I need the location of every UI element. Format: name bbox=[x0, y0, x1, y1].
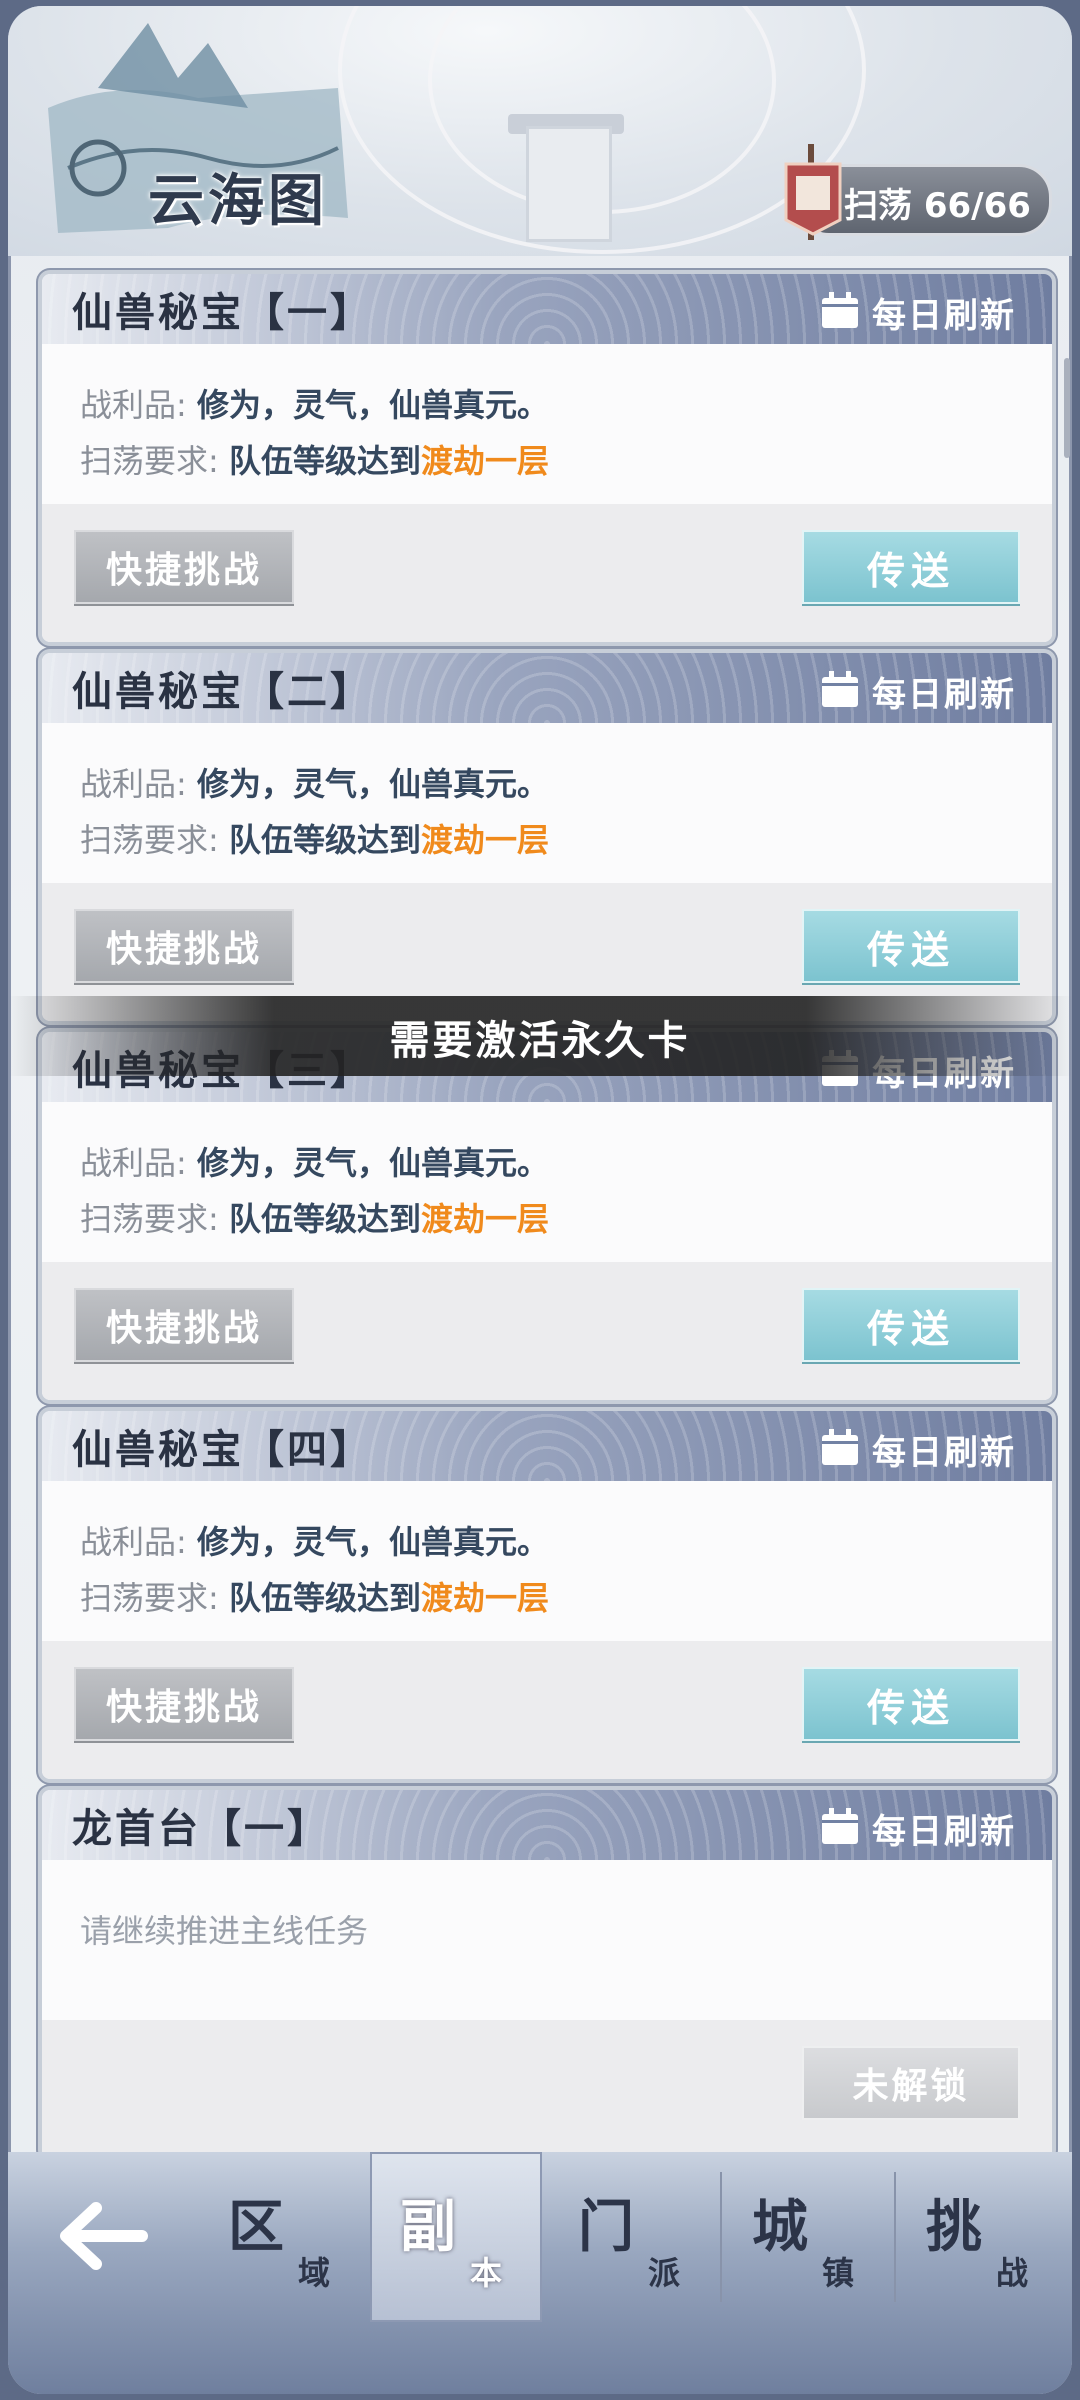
nav-tab-dungeon[interactable]: 副 本 bbox=[370, 2152, 542, 2322]
daily-refresh-label: 每日刷新 bbox=[872, 1812, 1016, 1852]
requirement-row: 扫荡要求: 队伍等级达到渡劫一层 bbox=[80, 436, 549, 482]
loot-row: 战利品: 修为，灵气，仙兽真元。 bbox=[80, 380, 549, 426]
calendar-icon bbox=[822, 1808, 858, 1844]
requirement-level: 渡劫一层 bbox=[420, 1200, 549, 1238]
requirement-row: 扫荡要求: 队伍等级达到渡劫一层 bbox=[80, 1573, 549, 1619]
loot-row: 战利品: 修为，灵气，仙兽真元。 bbox=[80, 1138, 549, 1184]
nav-tab-sect-main: 门 bbox=[578, 2195, 634, 2260]
loot-label: 战利品: bbox=[80, 386, 187, 424]
scrollbar[interactable] bbox=[1064, 358, 1070, 458]
nav-tab-town-main: 城 bbox=[752, 2195, 808, 2260]
unlock-hint: 请继续推进主线任务 bbox=[80, 1912, 369, 1950]
loot-value: 修为，灵气，仙兽真元。 bbox=[196, 386, 549, 424]
teleport-button[interactable]: 传送 bbox=[802, 909, 1020, 983]
card-header: 仙兽秘宝【一】 每日刷新 bbox=[42, 274, 1052, 344]
nav-tab-challenge-sub: 战 bbox=[996, 2254, 1029, 2292]
bottom-nav: 区 域 副 本 门 派 城 镇 挑 战 bbox=[8, 2152, 1072, 2394]
requirement-level: 渡劫一层 bbox=[420, 821, 549, 859]
card-title: 仙兽秘宝【二】 bbox=[72, 669, 373, 715]
teleport-button[interactable]: 传送 bbox=[802, 1288, 1020, 1362]
nav-tab-dungeon-main: 副 bbox=[400, 2195, 456, 2260]
card-header: 仙兽秘宝【二】 每日刷新 bbox=[42, 653, 1052, 723]
loot-row: 战利品: 修为，灵气，仙兽真元。 bbox=[80, 759, 549, 805]
loot-value: 修为，灵气，仙兽真元。 bbox=[196, 1144, 549, 1182]
requirement-row: 扫荡要求: 队伍等级达到渡劫一层 bbox=[80, 815, 549, 861]
loot-label: 战利品: bbox=[80, 1144, 187, 1182]
requirement-level: 渡劫一层 bbox=[420, 442, 549, 480]
requirement-row: 扫荡要求: 队伍等级达到渡劫一层 bbox=[80, 1194, 549, 1240]
dungeon-card: 仙兽秘宝【二】 每日刷新 战利品: 修为，灵气，仙兽真元。 扫荡要求: 队伍等级… bbox=[38, 649, 1056, 1025]
quick-challenge-button[interactable]: 快捷挑战 bbox=[74, 1667, 294, 1741]
dungeon-card: 仙兽秘宝【三】 每日刷新 战利品: 修为，灵气，仙兽真元。 扫荡要求: 队伍等级… bbox=[38, 1028, 1056, 1404]
requirement-label: 扫荡要求: bbox=[80, 1200, 219, 1238]
nav-tab-region-sub: 域 bbox=[298, 2254, 331, 2292]
requirement-value: 队伍等级达到 bbox=[228, 1200, 421, 1238]
daily-refresh-label: 每日刷新 bbox=[872, 1433, 1016, 1473]
loot-row: 战利品: 修为，灵气，仙兽真元。 bbox=[80, 1517, 549, 1563]
nav-tab-dungeon-sub: 本 bbox=[470, 2254, 503, 2292]
quick-challenge-button[interactable]: 快捷挑战 bbox=[74, 1288, 294, 1362]
back-arrow-icon[interactable] bbox=[52, 2196, 152, 2276]
loot-value: 修为，灵气，仙兽真元。 bbox=[196, 765, 549, 803]
requirement-value: 队伍等级达到 bbox=[228, 442, 421, 480]
card-header: 仙兽秘宝【四】 每日刷新 bbox=[42, 1411, 1052, 1481]
toast-message: 需要激活永久卡 bbox=[389, 1018, 691, 1064]
card-body: 请继续推进主线任务 bbox=[42, 1860, 1052, 2020]
requirement-value: 队伍等级达到 bbox=[228, 821, 421, 859]
requirement-value: 队伍等级达到 bbox=[228, 1579, 421, 1617]
requirement-label: 扫荡要求: bbox=[80, 442, 219, 480]
quick-challenge-button[interactable]: 快捷挑战 bbox=[74, 909, 294, 983]
calendar-icon bbox=[822, 671, 858, 707]
page-title: 云海图 bbox=[148, 169, 328, 234]
daily-refresh-label: 每日刷新 bbox=[872, 296, 1016, 336]
nav-tab-town[interactable]: 城 镇 bbox=[722, 2152, 894, 2322]
card-body: 战利品: 修为，灵气，仙兽真元。 扫荡要求: 队伍等级达到渡劫一层 bbox=[42, 344, 1052, 504]
sweep-flag-icon bbox=[784, 144, 842, 240]
dungeon-card-locked: 龙首台【一】 每日刷新 请继续推进主线任务 未解锁 bbox=[38, 1786, 1056, 2162]
loot-label: 战利品: bbox=[80, 1523, 187, 1561]
requirement-label: 扫荡要求: bbox=[80, 1579, 219, 1617]
requirement-level: 渡劫一层 bbox=[420, 1579, 549, 1617]
card-body: 战利品: 修为，灵气，仙兽真元。 扫荡要求: 队伍等级达到渡劫一层 bbox=[42, 1481, 1052, 1641]
nav-tab-region[interactable]: 区 域 bbox=[198, 2152, 370, 2322]
card-title: 仙兽秘宝【一】 bbox=[72, 290, 373, 336]
requirement-label: 扫荡要求: bbox=[80, 821, 219, 859]
nav-tab-town-sub: 镇 bbox=[822, 2254, 855, 2292]
nav-tab-sect-sub: 派 bbox=[648, 2254, 681, 2292]
card-title: 龙首台【一】 bbox=[72, 1806, 330, 1852]
teleport-button[interactable]: 传送 bbox=[802, 1667, 1020, 1741]
sweep-count: 扫荡 66/66 bbox=[844, 186, 1031, 226]
dungeon-card: 仙兽秘宝【四】 每日刷新 战利品: 修为，灵气，仙兽真元。 扫荡要求: 队伍等级… bbox=[38, 1407, 1056, 1783]
card-header: 龙首台【一】 每日刷新 bbox=[42, 1790, 1052, 1860]
dungeon-card: 仙兽秘宝【一】 每日刷新 战利品: 修为，灵气，仙兽真元。 扫荡要求: 队伍等级… bbox=[38, 270, 1056, 646]
card-title: 仙兽秘宝【四】 bbox=[72, 1427, 373, 1473]
header: 云海图 扫荡 66/66 bbox=[8, 6, 1072, 256]
app-frame: 云海图 扫荡 66/66 仙兽秘宝【一】 每日刷新 战利品: 修为，灵气，仙兽真… bbox=[8, 6, 1072, 2394]
nav-tab-challenge-main: 挑 bbox=[926, 2195, 982, 2260]
nav-tab-challenge[interactable]: 挑 战 bbox=[896, 2152, 1068, 2322]
locked-button[interactable]: 未解锁 bbox=[802, 2046, 1020, 2120]
loot-value: 修为，灵气，仙兽真元。 bbox=[196, 1523, 549, 1561]
nav-tab-region-main: 区 bbox=[228, 2195, 284, 2260]
nav-tab-sect[interactable]: 门 派 bbox=[548, 2152, 720, 2322]
calendar-icon bbox=[822, 1429, 858, 1465]
card-body: 战利品: 修为，灵气，仙兽真元。 扫荡要求: 队伍等级达到渡劫一层 bbox=[42, 723, 1052, 883]
gate-decoration bbox=[526, 126, 612, 242]
quick-challenge-button[interactable]: 快捷挑战 bbox=[74, 530, 294, 604]
teleport-button[interactable]: 传送 bbox=[802, 530, 1020, 604]
daily-refresh-label: 每日刷新 bbox=[872, 675, 1016, 715]
calendar-icon bbox=[822, 292, 858, 328]
card-body: 战利品: 修为，灵气，仙兽真元。 扫荡要求: 队伍等级达到渡劫一层 bbox=[42, 1102, 1052, 1262]
loot-label: 战利品: bbox=[80, 765, 187, 803]
